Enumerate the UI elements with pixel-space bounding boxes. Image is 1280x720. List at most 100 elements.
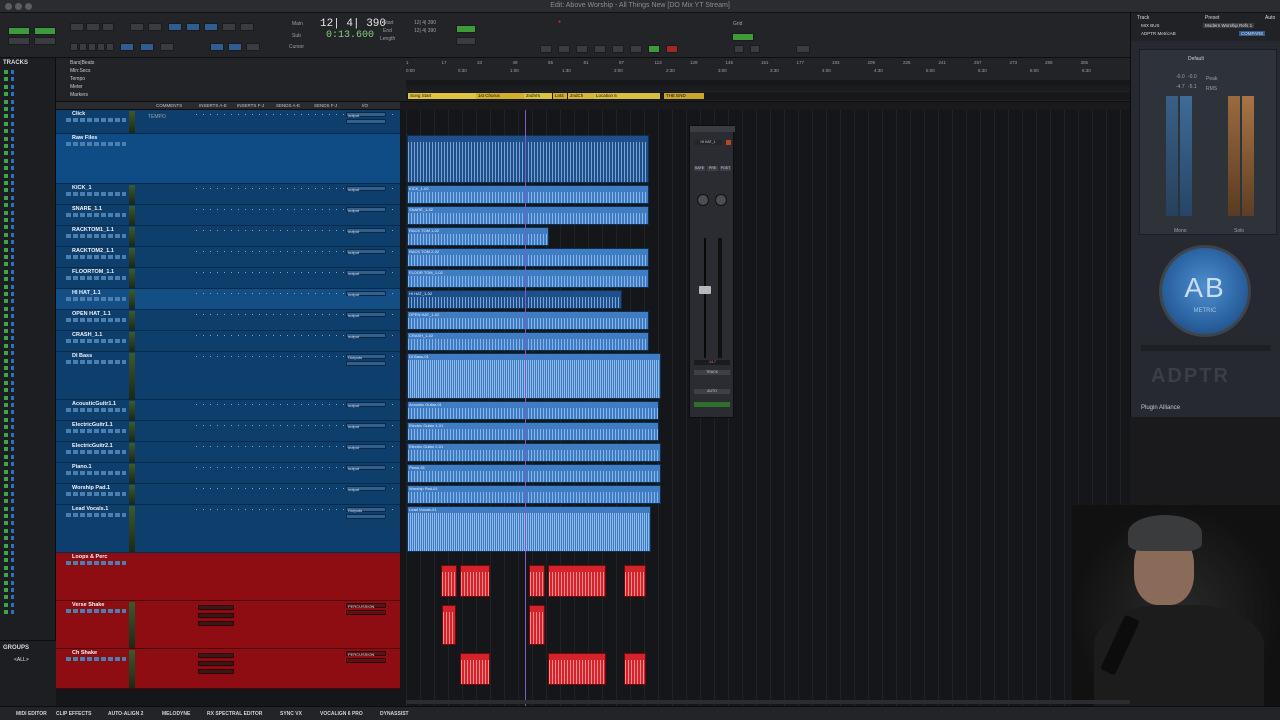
meter-ruler-lane[interactable] — [406, 86, 1130, 91]
strip-group-button[interactable] — [694, 402, 730, 407]
tracks-list-item[interactable] — [4, 314, 52, 319]
launcher-vocalign[interactable]: VOCALIGN 6 PRO — [320, 711, 363, 717]
track-row[interactable]: RACKTOM2_1.1 output — [56, 247, 400, 268]
tracks-list-item[interactable] — [4, 469, 52, 474]
track-output-selector[interactable]: PERCUSSION — [346, 651, 386, 657]
tracks-list-item[interactable] — [4, 107, 52, 111]
tracks-list-item[interactable] — [4, 580, 52, 585]
count-off-button[interactable] — [750, 45, 760, 53]
launcher-dynassist[interactable]: DYNASSIST — [380, 711, 409, 717]
pan-knob-right[interactable] — [715, 194, 727, 206]
metronome-button[interactable] — [734, 45, 744, 53]
tracks-list-item[interactable] — [4, 210, 52, 215]
tracks-list-item[interactable] — [4, 514, 52, 518]
track-name[interactable]: ElectricGuitr1.1 — [72, 422, 113, 428]
slip-mode-button[interactable] — [8, 37, 30, 45]
audio-clip[interactable]: Piano-01 — [407, 464, 661, 483]
tracks-list-item[interactable] — [4, 506, 52, 511]
track-show-toggle[interactable] — [4, 499, 8, 504]
tracks-list-item[interactable] — [4, 351, 52, 356]
track-output-selector[interactable]: output — [346, 423, 386, 429]
tracks-list-item[interactable] — [4, 403, 52, 407]
ruler-min-secs[interactable]: Min:Secs — [70, 68, 91, 74]
tracks-list-item[interactable] — [4, 306, 52, 311]
plugin-preset-select[interactable]: Modern Worship Refs 1 — [1203, 23, 1255, 28]
ab-switch-dial[interactable]: AB METRIC — [1159, 245, 1251, 337]
audio-clip[interactable]: HI HAT_1-02 — [407, 290, 622, 309]
marker-5[interactable]: Location 6 — [594, 93, 660, 99]
track-row[interactable]: RACKTOM1_1.1 output — [56, 226, 400, 247]
metricab-plugin-window[interactable]: Track Preset Auto MIX BUS ADPTR MetricAB… — [1130, 13, 1280, 417]
track-controls[interactable] — [66, 471, 126, 475]
track-show-toggle[interactable] — [4, 440, 8, 444]
track-show-toggle[interactable] — [4, 173, 8, 178]
marker-6[interactable]: THE END — [664, 93, 704, 99]
tracks-list-item[interactable] — [4, 329, 52, 333]
track-insert-slot[interactable] — [198, 661, 234, 666]
track-show-toggle[interactable] — [4, 262, 8, 267]
track-name[interactable]: KICK_1 — [72, 185, 92, 191]
track-controls[interactable] — [66, 255, 126, 259]
plugin-solo-button[interactable]: Solo — [1234, 228, 1244, 234]
track-output-selector[interactable]: output — [346, 270, 386, 276]
track-show-toggle[interactable] — [4, 506, 8, 511]
tracks-list-item[interactable] — [4, 543, 52, 548]
horizontal-scrollbar[interactable] — [406, 700, 1130, 704]
tracks-list-item[interactable] — [4, 166, 52, 171]
track-controls[interactable] — [66, 318, 126, 322]
audio-clip[interactable]: RACK TOM 1-02 — [407, 227, 549, 246]
tracks-list-item[interactable] — [4, 588, 52, 592]
track-name[interactable]: Loops & Perc — [72, 554, 107, 560]
tracks-list-item[interactable] — [4, 425, 52, 430]
track-controls[interactable] — [66, 213, 126, 217]
track-row[interactable]: FLOORTOM_1.1 output — [56, 268, 400, 289]
track-show-toggle[interactable] — [4, 543, 8, 548]
track-show-toggle[interactable] — [4, 610, 8, 615]
track-name[interactable]: Click — [72, 111, 85, 117]
tracks-list-item[interactable] — [4, 225, 52, 230]
track-controls[interactable] — [66, 297, 126, 301]
track-show-toggle[interactable] — [4, 144, 8, 148]
track-show-toggle[interactable] — [4, 129, 8, 134]
col-inserts-f-j[interactable]: INSERTS F-J — [237, 103, 264, 108]
zoom-preset-1[interactable] — [70, 43, 78, 51]
launcher-auto-align[interactable]: AUTO-ALIGN 2 — [108, 711, 143, 717]
loop-clip[interactable] — [460, 653, 490, 685]
record-button[interactable] — [666, 45, 678, 53]
tracks-list-item[interactable] — [4, 343, 52, 348]
tracks-list-item[interactable] — [4, 77, 52, 82]
track-show-toggle[interactable] — [4, 602, 8, 607]
track-input-selector[interactable] — [346, 658, 386, 663]
audio-clip[interactable]: RACK TOM 2-02 — [407, 248, 649, 267]
track-insert-slot[interactable] — [198, 669, 234, 674]
track-show-toggle[interactable] — [4, 358, 8, 363]
tracks-list-item[interactable] — [4, 255, 52, 259]
end-readout[interactable]: 12| 4| 390 — [414, 28, 436, 34]
track-show-toggle[interactable] — [4, 188, 8, 193]
audio-clip[interactable]: CRASH_1-02 — [407, 332, 649, 351]
audio-clip[interactable]: Electric Guitar 1-01 — [407, 422, 659, 441]
grid-toggle-button[interactable] — [732, 33, 754, 41]
track-output-selector[interactable]: output — [346, 207, 386, 213]
track-output-selector[interactable]: output — [346, 228, 386, 234]
track-show-toggle[interactable] — [4, 77, 8, 82]
track-show-toggle[interactable] — [4, 447, 8, 452]
strip-title-bar[interactable] — [690, 126, 735, 132]
folder-clip-overview[interactable] — [407, 135, 649, 183]
loop-clip[interactable] — [548, 565, 606, 597]
smart-tool-icon[interactable] — [222, 23, 236, 31]
track-show-toggle[interactable] — [4, 469, 8, 474]
tracks-list-item[interactable] — [4, 188, 52, 193]
tracks-list-item[interactable] — [4, 240, 52, 245]
track-show-toggle[interactable] — [4, 395, 8, 400]
track-show-toggle[interactable] — [4, 232, 8, 237]
track-row[interactable]: ElectricGuitr1.1 output — [56, 421, 400, 442]
track-show-toggle[interactable] — [4, 551, 8, 555]
track-show-toggle[interactable] — [4, 595, 8, 600]
strip-pre-button[interactable]: PRE — [707, 166, 718, 171]
plugin-slot-bar[interactable] — [1141, 345, 1271, 351]
track-row[interactable]: ElectricGuitr2.1 output — [56, 442, 400, 463]
track-show-toggle[interactable] — [4, 99, 8, 104]
track-row[interactable]: Raw Files — [56, 134, 400, 184]
go-to-end-button[interactable] — [612, 45, 624, 53]
